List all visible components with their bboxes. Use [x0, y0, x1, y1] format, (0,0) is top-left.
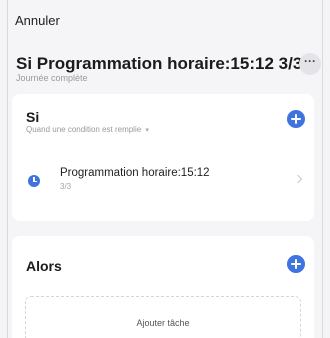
chevron-right-icon — [293, 174, 303, 184]
page-subtitle: Journée complète — [16, 73, 88, 83]
more-options-button[interactable]: ··· — [299, 53, 321, 75]
chevron-down-icon: ▾ — [145, 127, 149, 134]
if-section-card: Si Quand une condition est remplie ▾ Pro… — [12, 94, 314, 221]
then-section-card: Alors Ajouter tâche — [12, 236, 314, 338]
then-section-title: Alors — [26, 258, 62, 274]
page-title: Si Programmation horaire:15:12 3/3 — [16, 54, 303, 73]
clock-icon — [28, 175, 40, 187]
if-section-title: Si — [26, 109, 40, 125]
scene-editor-screen: Annuler Si Programmation horaire:15:12 3… — [7, 0, 323, 338]
more-icon: ··· — [304, 54, 316, 68]
cancel-button[interactable]: Annuler — [15, 13, 60, 28]
add-action-button[interactable] — [287, 255, 305, 273]
condition-name: Programmation horaire:15:12 — [60, 167, 210, 179]
add-task-button[interactable]: Ajouter tâche — [25, 296, 301, 338]
condition-count: 3/3 — [60, 182, 72, 191]
add-condition-button[interactable] — [287, 110, 305, 128]
condition-row[interactable]: Programmation horaire:15:12 3/3 — [12, 158, 314, 198]
add-task-label: Ajouter tâche — [136, 318, 190, 328]
condition-mode-selector[interactable]: Quand une condition est remplie ▾ — [26, 125, 149, 134]
condition-mode-label: Quand une condition est remplie — [26, 125, 142, 134]
